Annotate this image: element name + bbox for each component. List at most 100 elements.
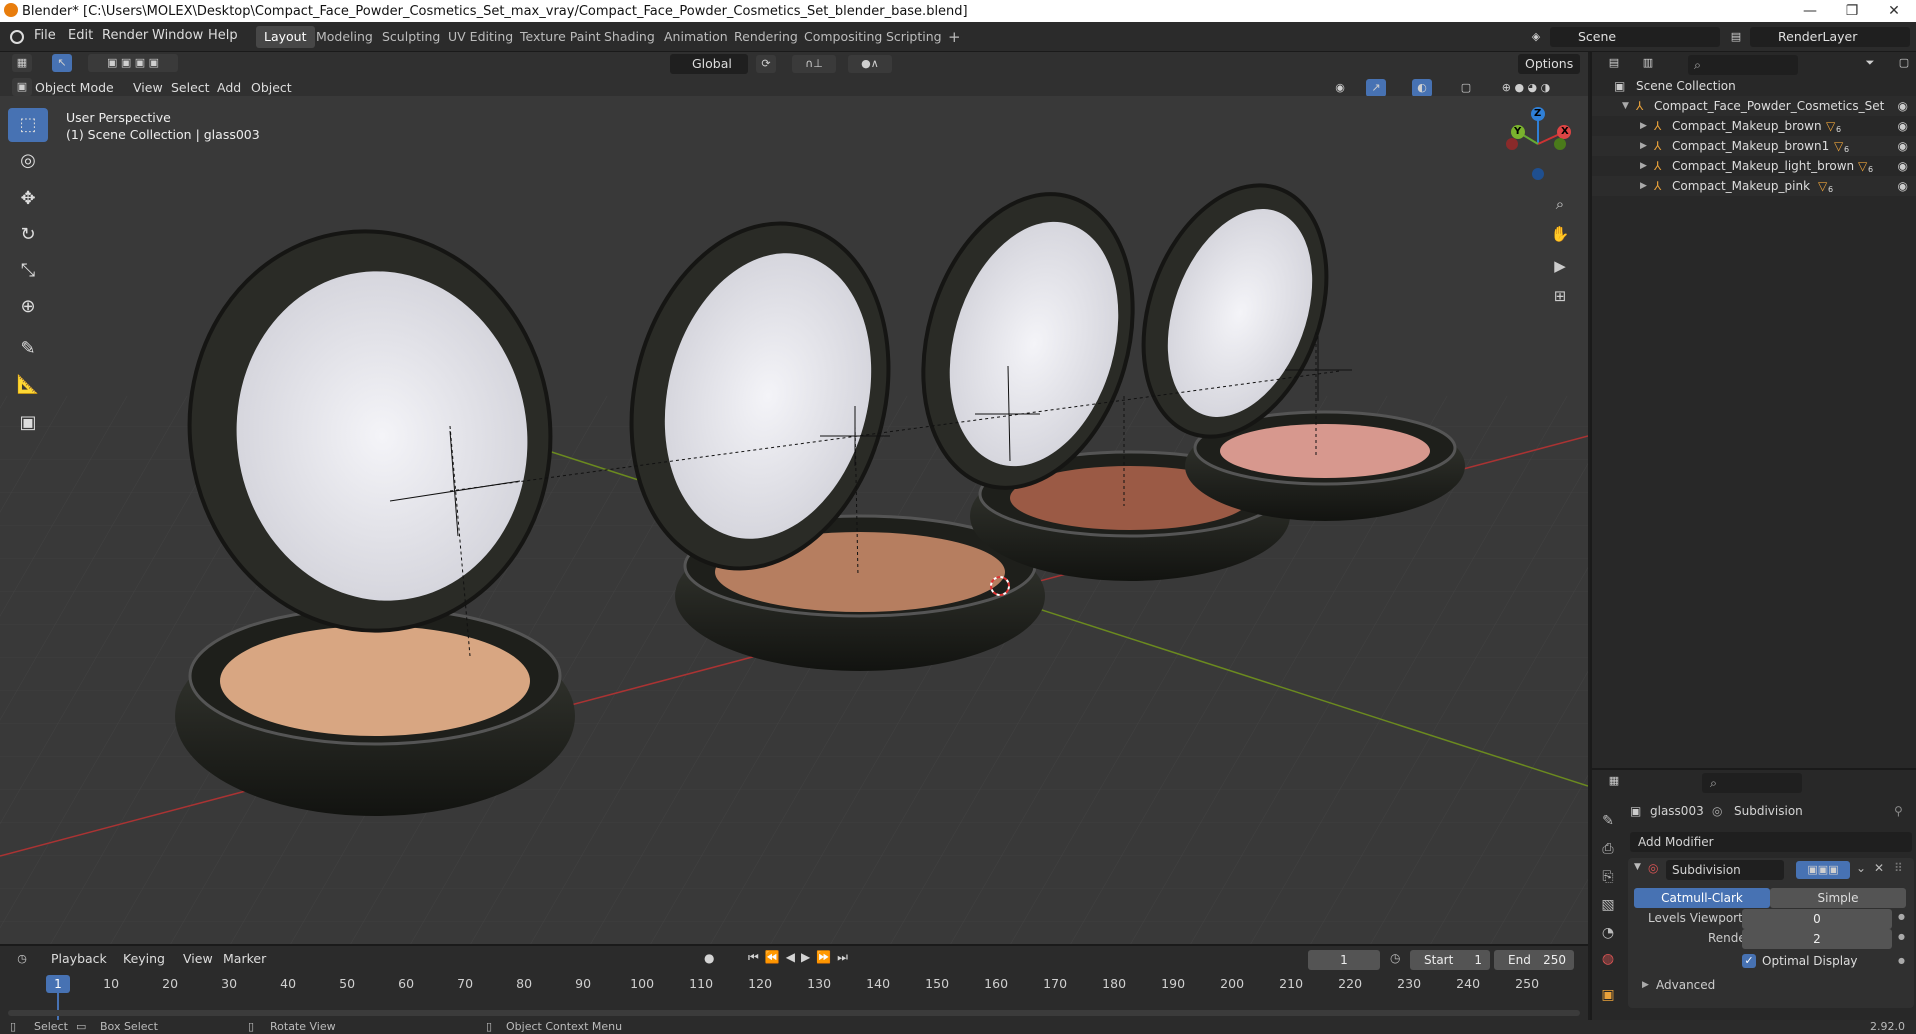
playhead-marker[interactable]: 1	[46, 975, 70, 993]
transform-orientation-dropdown[interactable]: Global	[670, 54, 748, 74]
advanced-subpanel-label[interactable]: Advanced	[1656, 978, 1715, 992]
chevron-down-icon[interactable]: ⌄	[1856, 861, 1866, 875]
annotate-tool-icon[interactable]: ✎	[8, 332, 48, 366]
start-frame-field[interactable]: Start 1	[1410, 950, 1490, 970]
select-box-tool-icon[interactable]: ⬚	[8, 108, 48, 142]
scene-selector[interactable]: Scene	[1550, 27, 1720, 47]
catmull-clark-button[interactable]: Catmull-Clark	[1634, 888, 1770, 908]
outliner-row-item[interactable]: ▶ ⅄ Compact_Makeup_light_brown ▽ 6 ◉	[1592, 156, 1916, 176]
drag-handle-icon[interactable]: ⠿	[1894, 861, 1903, 875]
shading-mode-icons[interactable]: ⊕ ● ◕ ◑	[1480, 79, 1572, 97]
tab-texture-paint[interactable]: Texture Paint	[512, 26, 609, 48]
record-icon[interactable]: ●	[704, 951, 714, 965]
menu-marker[interactable]: Marker	[216, 949, 273, 969]
expand-right-icon[interactable]: ▶	[1640, 176, 1647, 196]
menu-playback[interactable]: Playback	[44, 949, 114, 969]
close-window-button[interactable]: ✕	[1874, 0, 1914, 22]
measure-tool-icon[interactable]: 📐	[8, 368, 48, 402]
tab-scripting[interactable]: Scripting	[878, 26, 950, 48]
frame-ruler[interactable]: 10 20 30 40 50 60 70 80 90 100 110 120 130 140 150 160 1…	[0, 974, 1588, 996]
optimal-display-checkbox[interactable]: ✓	[1742, 954, 1756, 968]
outliner-row-item[interactable]: ▶ ⅄ Compact_Makeup_pink ▽ 6 ◉	[1592, 176, 1916, 196]
simple-button[interactable]: Simple	[1770, 888, 1906, 908]
options-dropdown[interactable]: Options	[1518, 54, 1581, 74]
editor-type-icon[interactable]: ▦	[12, 54, 32, 72]
add-workspace-button[interactable]: +	[940, 26, 969, 48]
visibility-eye-icon[interactable]: ◉	[1898, 136, 1908, 156]
overlays-toggle-icon[interactable]: ◐	[1412, 79, 1432, 97]
timeline-editor-icon[interactable]: ◷	[12, 950, 32, 968]
filter-icon[interactable]: ⏷	[1860, 54, 1880, 72]
keyframe-dot-icon[interactable]: ●	[1898, 932, 1905, 941]
keyframe-dot-icon[interactable]: ●	[1898, 912, 1905, 921]
selection-mode-icons[interactable]: ▣ ▣ ▣ ▣	[88, 54, 178, 72]
menu-view[interactable]: View	[176, 949, 220, 969]
pivot-icon[interactable]: ⟳	[756, 55, 776, 73]
pin-icon[interactable]: ⚲	[1894, 804, 1903, 818]
transform-tool-icon[interactable]: ⊕	[8, 290, 48, 324]
display-mode-icon[interactable]: ▥	[1638, 54, 1658, 72]
modifier-visibility-icons[interactable]: ▣▣▣	[1796, 861, 1850, 879]
menu-select[interactable]: Select	[164, 78, 217, 98]
add-cube-tool-icon[interactable]: ▣	[8, 406, 48, 440]
tab-layout[interactable]: Layout	[256, 26, 315, 48]
minimize-button[interactable]: —	[1790, 0, 1830, 22]
render-tab-icon[interactable]: ⎙	[1594, 836, 1622, 862]
visibility-eye-icon[interactable]: ◉	[1898, 156, 1908, 176]
rotate-tool-icon[interactable]: ↻	[8, 218, 48, 252]
proportional-edit-icon[interactable]: ●∧	[848, 55, 892, 73]
end-frame-field[interactable]: End 250	[1494, 950, 1574, 970]
cursor-tool-icon[interactable]: ◎	[8, 144, 48, 178]
zoom-icon[interactable]: ⌕	[1546, 190, 1574, 218]
current-frame-field[interactable]: 1	[1308, 950, 1380, 970]
tab-compositing[interactable]: Compositing	[796, 26, 890, 48]
collapse-icon[interactable]: ▼	[1634, 862, 1641, 872]
tab-shading[interactable]: Shading	[596, 26, 663, 48]
menu-add[interactable]: Add	[210, 78, 248, 98]
remove-modifier-icon[interactable]: ✕	[1874, 861, 1884, 875]
menu-keying[interactable]: Keying	[116, 949, 172, 969]
expand-down-icon[interactable]: ▼	[1622, 96, 1629, 116]
tab-rendering[interactable]: Rendering	[726, 26, 806, 48]
gizmo-toggle-icon[interactable]: ↗	[1366, 79, 1386, 97]
timeline-scrollbar[interactable]	[8, 1010, 1580, 1016]
pan-hand-icon[interactable]: ✋	[1546, 220, 1574, 248]
outliner-row-item[interactable]: ▶ ⅄ Compact_Makeup_brown ▽ 6 ◉	[1592, 116, 1916, 136]
menu-help[interactable]: Help	[208, 28, 238, 43]
expand-right-icon[interactable]: ▶	[1640, 156, 1647, 176]
menu-file[interactable]: File	[34, 28, 56, 43]
menu-edit[interactable]: Edit	[68, 28, 93, 43]
outliner-row-collection[interactable]: ▼ ⅄ Compact_Face_Powder_Cosmetics_Set ◉	[1592, 96, 1916, 116]
select-tool-icon[interactable]: ↖	[52, 54, 72, 72]
outliner-row-scene-collection[interactable]: ▣ Scene Collection	[1592, 76, 1916, 96]
view-layer-tab-icon[interactable]: ▧	[1594, 892, 1622, 918]
menu-object[interactable]: Object	[244, 78, 299, 98]
modifier-name-input[interactable]: Subdivision	[1666, 860, 1784, 880]
maximize-button[interactable]: ❐	[1832, 0, 1872, 22]
outliner-search-input[interactable]: ⌕	[1688, 55, 1798, 75]
expand-right-icon[interactable]: ▶	[1640, 116, 1647, 136]
expand-right-icon[interactable]: ▶	[1642, 980, 1649, 990]
add-modifier-dropdown[interactable]: Add Modifier	[1630, 832, 1912, 852]
3d-viewport[interactable]: User Perspective (1) Scene Collection | …	[0, 96, 1588, 944]
levels-viewport-field[interactable]: 0	[1742, 909, 1892, 929]
visibility-eye-icon[interactable]: ◉	[1898, 96, 1908, 116]
move-tool-icon[interactable]: ✥	[8, 182, 48, 216]
object-tab-icon[interactable]: ▣	[1594, 982, 1622, 1008]
playback-controls-icons[interactable]: ⏮⏪◀▶⏩⏭	[748, 950, 854, 965]
tab-modeling[interactable]: Modeling	[308, 26, 381, 48]
scale-tool-icon[interactable]: ⤡	[8, 254, 48, 288]
properties-search-input[interactable]: ⌕	[1702, 773, 1802, 793]
perspective-toggle-icon[interactable]: ⊞	[1546, 282, 1574, 310]
outliner-row-item[interactable]: ▶ ⅄ Compact_Makeup_brown1 ▽ 6 ◉	[1592, 136, 1916, 156]
menu-render[interactable]: Render	[102, 28, 148, 43]
blender-menu-icon[interactable]	[10, 30, 24, 44]
render-layer-selector[interactable]: RenderLayer	[1750, 27, 1910, 47]
scene-tab-icon[interactable]: ◔	[1594, 920, 1622, 946]
output-tab-icon[interactable]: ⎘	[1594, 864, 1622, 890]
outliner-editor-icon[interactable]: ▤	[1604, 54, 1624, 72]
new-collection-icon[interactable]: ▢	[1894, 54, 1914, 72]
keyframe-dot-icon[interactable]: ●	[1898, 956, 1905, 965]
menu-window[interactable]: Window	[152, 28, 203, 43]
render-levels-field[interactable]: 2	[1742, 929, 1892, 949]
